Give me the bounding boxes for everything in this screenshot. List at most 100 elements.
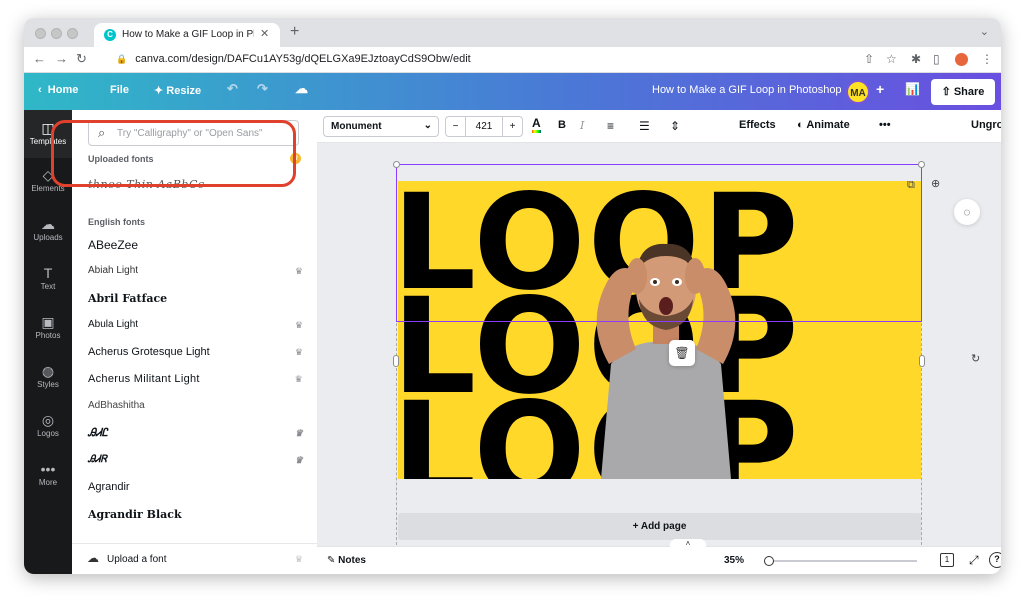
resize-label: Resize — [166, 85, 202, 97]
font-item[interactable]: AdBhashitha — [88, 398, 303, 418]
sidebar-icon[interactable]: ▯ — [933, 52, 940, 66]
font-size-value[interactable]: 421 — [466, 117, 502, 136]
rail-label: Uploads — [33, 233, 63, 242]
resize-button[interactable]: ✦ Resize — [154, 84, 201, 97]
italic-button[interactable]: I — [580, 119, 584, 132]
help-button[interactable]: ? — [989, 552, 1001, 568]
comment-add-icon[interactable]: ◌ — [954, 199, 980, 225]
align-center-icon[interactable]: ≡ — [607, 119, 614, 133]
font-item[interactable]: ABeeZee — [88, 236, 303, 256]
font-item[interactable]: Abula Light ♛ — [88, 317, 303, 337]
increase-size-button[interactable]: + — [502, 117, 522, 136]
upload-font-button[interactable]: ☁ Upload a font ♛ — [72, 543, 317, 574]
zoom-slider[interactable] — [764, 556, 917, 566]
rotate-icon[interactable]: ↻ — [971, 352, 980, 365]
bookmark-star-icon[interactable]: ☆ — [886, 52, 897, 66]
rail-label: More — [38, 478, 58, 487]
font-item[interactable]: ᎯᏗᏒ ♛ — [88, 452, 303, 472]
decrease-size-button[interactable]: − — [446, 117, 466, 136]
font-family-dropdown[interactable]: Monument ⌄ — [323, 116, 439, 137]
sparkle-icon: ✦ — [154, 85, 164, 97]
font-item[interactable]: Acherus Grotesque Light ♛ — [88, 344, 303, 364]
rail-label: Text — [40, 282, 56, 291]
canvas-area: LOOP LOOP LOOP ⧉ ⊕ 🗑 ◌ ↻ + Add page — [317, 143, 1001, 546]
animate-button[interactable]: ◐ Animate — [797, 119, 850, 131]
font-item[interactable]: Acherus Militant Light ♛ — [88, 371, 303, 391]
share-page-icon[interactable]: ⇧ — [864, 52, 874, 66]
back-icon[interactable]: ← — [33, 51, 46, 66]
browser-menu-icon[interactable]: ⋮ — [981, 52, 993, 66]
fullscreen-icon[interactable]: ⤢ — [969, 553, 979, 568]
add-element-icon[interactable]: ⊕ — [931, 177, 940, 190]
rail-item-styles[interactable]: ◍ Styles — [24, 363, 72, 389]
undo-icon[interactable]: ↶ — [227, 81, 238, 97]
font-name: ᎯᏗᏝ — [88, 427, 108, 439]
reload-icon[interactable]: ↻ — [76, 51, 87, 67]
resize-handle[interactable] — [918, 161, 925, 168]
uploaded-fonts-highlight — [51, 120, 296, 187]
text-toolbar: Monument ⌄ − 421 + A B I ≡ ☰ ⇕ Effects ◐… — [317, 110, 1001, 143]
design-title[interactable]: How to Make a GIF Loop in Photoshop — [652, 84, 842, 96]
browser-tab[interactable]: C How to Make a GIF Loop in Pho ✕ — [94, 23, 280, 47]
font-item[interactable]: Abiah Light ♛ — [88, 263, 303, 283]
font-item[interactable]: Agrandir — [88, 479, 303, 499]
zoom-slider-knob[interactable] — [764, 556, 774, 566]
styles-icon: ◍ — [41, 363, 55, 379]
selection-box[interactable] — [396, 164, 922, 322]
notes-button[interactable]: ✎ Notes — [327, 555, 366, 566]
lock-icon: 🔒 — [116, 54, 128, 64]
add-collaborator-icon[interactable]: + — [876, 81, 884, 97]
font-item[interactable]: Abril Fatface — [88, 290, 303, 310]
zoom-value[interactable]: 35% — [724, 555, 744, 566]
trash-icon[interactable]: 🗑 — [669, 340, 695, 366]
new-tab-button[interactable]: + — [290, 23, 299, 41]
font-name: Acherus Grotesque Light — [88, 346, 210, 358]
rail-item-uploads[interactable]: ☁ Uploads — [24, 216, 72, 242]
chevron-down-icon: ⌄ — [423, 120, 432, 131]
bold-button[interactable]: B — [558, 119, 566, 131]
list-icon[interactable]: ☰ — [639, 119, 650, 133]
add-page-button[interactable]: + Add page — [398, 513, 921, 540]
font-item[interactable]: Agrandir Black — [88, 506, 303, 526]
redo-icon[interactable]: ↷ — [257, 81, 268, 97]
window-minimize-button[interactable] — [51, 28, 62, 39]
copy-icon[interactable]: ⧉ — [907, 179, 915, 192]
resize-handle[interactable] — [919, 355, 925, 367]
rail-label: Styles — [37, 380, 59, 389]
tab-search-chevron-icon[interactable]: ⌄ — [980, 25, 989, 38]
home-button[interactable]: ‹ Home — [38, 84, 78, 96]
url-field[interactable]: 🔒 canva.com/design/DAFCu1AY53g/dQELGXa9EJ… — [116, 53, 471, 65]
share-button[interactable]: ⇧ Share — [931, 79, 995, 105]
file-menu-button[interactable]: File — [110, 84, 129, 96]
forward-icon[interactable]: → — [55, 51, 68, 66]
profile-icon[interactable] — [955, 53, 968, 66]
font-item[interactable]: ᎯᏗᏝ ♛ — [88, 425, 303, 445]
url-text: canva.com/design/DAFCu1AY53g/dQELGXa9EJz… — [135, 53, 471, 65]
font-name: ABeeZee — [88, 238, 139, 252]
animate-icon: ◐ — [797, 119, 804, 131]
rail-item-logos[interactable]: ◎ Logos — [24, 412, 72, 438]
more-options-button[interactable]: ••• — [879, 119, 891, 131]
window-close-button[interactable] — [35, 28, 46, 39]
resize-handle[interactable] — [393, 161, 400, 168]
avatar[interactable]: MA — [846, 80, 870, 104]
crown-icon: ♛ — [294, 266, 303, 276]
page-count-button[interactable]: 1 — [940, 553, 954, 567]
upload-font-label: Upload a font — [107, 554, 167, 565]
window-zoom-button[interactable] — [67, 28, 78, 39]
rail-item-text[interactable]: T Text — [24, 265, 72, 291]
resize-handle[interactable] — [393, 355, 399, 367]
insights-chart-icon[interactable]: 📊 — [905, 82, 920, 96]
cloud-saved-icon[interactable]: ☁ — [295, 81, 308, 97]
rail-item-photos[interactable]: ▣ Photos — [24, 314, 72, 340]
rail-item-more[interactable]: ••• More — [24, 461, 72, 487]
animate-label: Animate — [806, 119, 850, 131]
chevron-up-icon[interactable]: ˄ — [670, 539, 706, 549]
extensions-icon[interactable]: ✱ — [911, 52, 921, 66]
english-fonts-heading: English fonts — [88, 217, 145, 227]
tab-close-icon[interactable]: ✕ — [260, 27, 269, 40]
spacing-icon[interactable]: ⇕ — [670, 119, 680, 133]
text-color-button[interactable]: A — [532, 117, 541, 133]
effects-button[interactable]: Effects — [739, 119, 776, 131]
ungroup-button[interactable]: Ungroup — [971, 119, 1001, 131]
